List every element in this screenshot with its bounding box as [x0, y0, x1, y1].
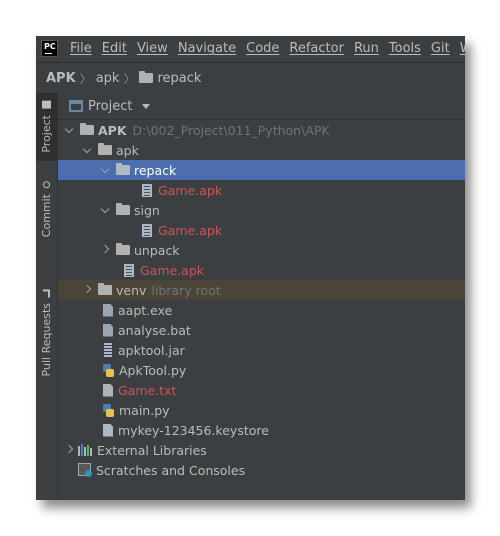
tree-item-label: analyse.bat — [118, 322, 191, 338]
project-panel: Project APK D:\002_Project\011_Python\AP… — [58, 93, 465, 500]
ide-window: PC File Edit View Navigate Code Refactor… — [36, 36, 465, 500]
tree-item-label: apktool.jar — [118, 342, 185, 358]
chevron-down-icon[interactable] — [82, 145, 92, 155]
tree-item-repack[interactable]: repack — [58, 160, 465, 180]
tree-item-apk[interactable]: apk — [58, 140, 465, 160]
scratches-icon — [78, 463, 92, 477]
breadcrumb-separator-icon: 〉 — [79, 71, 92, 86]
tab-project[interactable]: Project — [36, 93, 57, 161]
tree-item-game-apk-repack[interactable]: Game.apk — [58, 180, 465, 200]
pycharm-logo-icon: PC — [41, 40, 58, 57]
tree-item-label: unpack — [134, 242, 180, 258]
library-icon — [78, 444, 92, 456]
tree-item-label: Game.txt — [118, 382, 177, 398]
tab-pull-requests-label: Pull Requests — [40, 303, 53, 377]
tree-item-label: External Libraries — [97, 442, 207, 458]
python-file-icon — [102, 363, 115, 377]
tree-item-label: venv — [116, 282, 147, 298]
tab-project-label: Project — [40, 115, 53, 153]
tree-item-label: Scratches and Consoles — [96, 462, 246, 478]
breadcrumb: APK 〉 apk 〉 repack — [36, 62, 465, 94]
archive-file-icon — [142, 183, 152, 197]
folder-icon — [116, 163, 130, 175]
menu-navigate[interactable]: Navigate — [178, 36, 236, 62]
folder-icon — [80, 123, 94, 135]
tree-item-label: aapt.exe — [118, 302, 173, 318]
folder-icon — [139, 70, 154, 83]
tree-item-apktool-jar[interactable]: apktool.jar — [58, 340, 465, 360]
tree-item-keystore[interactable]: mykey-123456.keystore — [58, 420, 465, 440]
folder-icon — [116, 243, 130, 255]
tree-item-aapt-exe[interactable]: aapt.exe — [58, 300, 465, 320]
menu-run[interactable]: Run — [354, 36, 379, 62]
project-panel-header: Project — [58, 93, 465, 120]
menu-items: File Edit View Navigate Code Refactor Ru… — [70, 36, 465, 62]
menu-window[interactable]: W — [460, 36, 465, 62]
tool-window-strip: Project Commit Pull Requests — [36, 93, 58, 500]
tree-item-label: Game.apk — [158, 182, 223, 198]
breadcrumb-item-repack[interactable]: repack — [157, 71, 201, 86]
menu-git[interactable]: Git — [431, 36, 450, 62]
menu-view[interactable]: View — [137, 36, 168, 62]
text-file-icon — [103, 383, 113, 397]
tab-pull-requests[interactable]: Pull Requests — [36, 283, 57, 383]
tree-item-game-apk-sign[interactable]: Game.apk — [58, 220, 465, 240]
tree-item-main-py[interactable]: main.py — [58, 400, 465, 420]
tree-item-apk-root[interactable]: APK D:\002_Project\011_Python\APK — [58, 120, 465, 140]
breadcrumb-item-apk-root[interactable]: APK — [46, 71, 76, 86]
tree-item-label: mykey-123456.keystore — [118, 422, 269, 438]
chevron-down-icon[interactable] — [100, 165, 110, 175]
breadcrumb-separator-icon: 〉 — [123, 71, 136, 86]
tree-item-label: repack — [134, 162, 177, 178]
folder-icon — [98, 283, 112, 295]
archive-file-icon — [124, 263, 134, 277]
menu-file[interactable]: File — [70, 36, 92, 62]
commit-icon — [43, 180, 50, 188]
tree-item-path: D:\002_Project\011_Python\APK — [132, 122, 330, 138]
project-icon — [42, 101, 51, 110]
folder-icon — [98, 143, 112, 155]
tree-item-game-txt[interactable]: Game.txt — [58, 380, 465, 400]
script-file-icon — [103, 323, 113, 337]
tab-commit[interactable]: Commit — [36, 167, 57, 251]
tree-item-scratches[interactable]: Scratches and Consoles — [58, 460, 465, 480]
tree-item-note: library root — [151, 282, 221, 298]
tree-item-label: apk — [116, 142, 139, 158]
chevron-right-icon[interactable] — [100, 245, 110, 255]
keystore-file-icon — [103, 423, 113, 437]
tree-item-sign[interactable]: sign — [58, 200, 465, 220]
python-file-icon — [102, 403, 115, 417]
tree-item-label: main.py — [119, 402, 170, 418]
chevron-right-icon[interactable] — [82, 285, 92, 295]
chevron-down-icon[interactable] — [64, 125, 74, 135]
pull-request-icon — [43, 289, 50, 298]
menu-refactor[interactable]: Refactor — [289, 36, 344, 62]
project-view-selector[interactable]: Project — [88, 99, 132, 114]
tree-item-analyse-bat[interactable]: analyse.bat — [58, 320, 465, 340]
tree-item-label: Game.apk — [158, 222, 223, 238]
chevron-down-icon[interactable] — [100, 205, 110, 215]
menu-bar: PC File Edit View Navigate Code Refactor… — [36, 36, 465, 62]
menu-tools[interactable]: Tools — [389, 36, 421, 62]
chevron-right-icon[interactable] — [64, 445, 74, 455]
menu-code[interactable]: Code — [246, 36, 279, 62]
menu-edit[interactable]: Edit — [102, 36, 127, 62]
folder-icon — [116, 203, 130, 215]
archive-file-icon — [104, 343, 112, 357]
chevron-down-icon[interactable] — [142, 104, 151, 109]
breadcrumb-item-apk[interactable]: apk — [96, 71, 120, 86]
tree-item-venv[interactable]: venv library root — [58, 280, 465, 300]
tab-commit-label: Commit — [40, 193, 53, 238]
tree-item-label: ApkTool.py — [119, 362, 187, 378]
tree-item-label: sign — [134, 202, 160, 218]
executable-file-icon — [103, 303, 113, 317]
tree-item-external-libraries[interactable]: External Libraries — [58, 440, 465, 460]
tree-item-label: APK — [98, 122, 127, 138]
tree-item-apktool-py[interactable]: ApkTool.py — [58, 360, 465, 380]
tree-item-label: Game.apk — [140, 262, 205, 278]
tree-item-game-apk[interactable]: Game.apk — [58, 260, 465, 280]
archive-file-icon — [142, 223, 152, 237]
tree-item-unpack[interactable]: unpack — [58, 240, 465, 260]
project-view-icon — [69, 100, 83, 112]
